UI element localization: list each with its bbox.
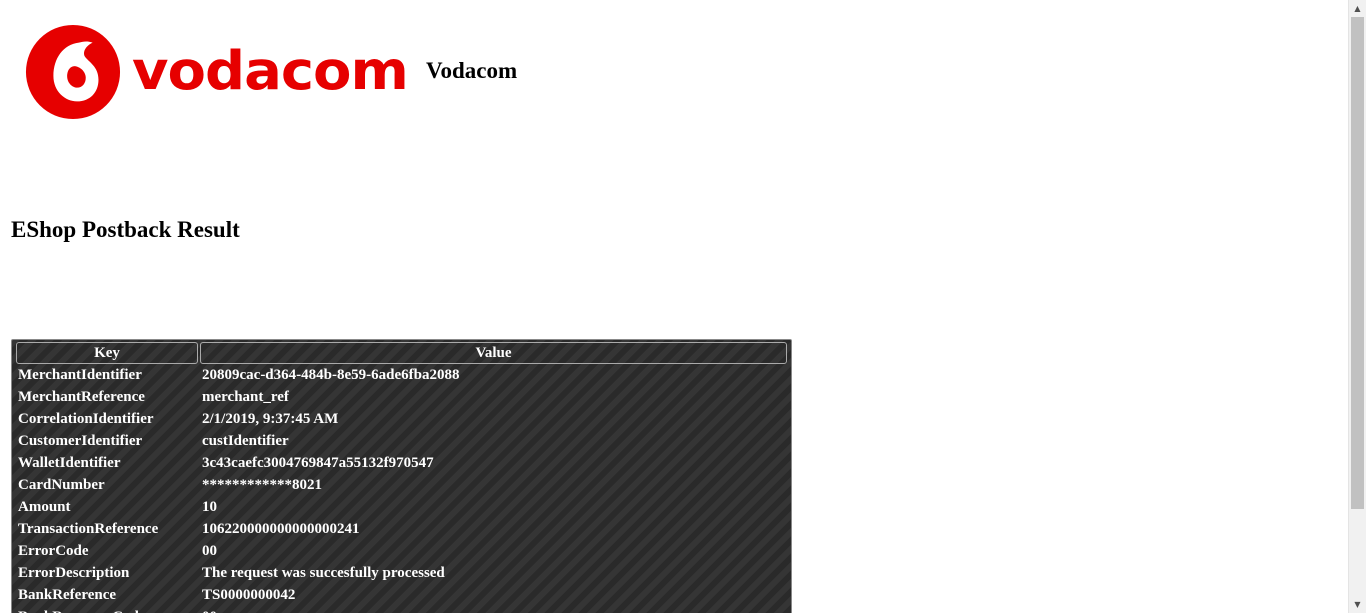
row-value: custIdentifier (202, 432, 289, 449)
row-value: 20809cac-d364-484b-8e59-6ade6fba2088 (202, 366, 460, 383)
row-value: 00 (200, 606, 787, 613)
row-key: TransactionReference (18, 520, 159, 537)
row-value: ************8021 (202, 476, 322, 493)
row-value: TS0000000042 (202, 586, 296, 603)
scrollbar-thumb[interactable] (1351, 17, 1364, 509)
vodacom-logo: vodacom (24, 22, 409, 122)
table-row: MerchantReference merchant_ref (16, 386, 787, 408)
row-value: 10 (202, 498, 217, 515)
logo-wordmark: vodacom (132, 40, 409, 103)
row-key: ErrorDescription (18, 564, 130, 581)
row-value: 00 (202, 542, 217, 559)
row-value: merchant_ref (202, 388, 289, 405)
header: vodacom (24, 22, 409, 122)
row-key: Amount (18, 498, 71, 515)
page-title: EShop Postback Result (11, 217, 240, 242)
row-key: ErrorCode (18, 542, 89, 559)
chevron-down-icon[interactable]: ▼ (1349, 596, 1366, 613)
table-row: Amount 10 (16, 496, 787, 518)
vodacom-speechmark-icon (25, 24, 121, 120)
table-row: CorrelationIdentifier 2/1/2019, 9:37:45 … (16, 408, 787, 430)
vertical-scrollbar[interactable]: ▲ ▼ (1348, 0, 1366, 613)
row-value: 2/1/2019, 9:37:45 AM (202, 410, 339, 427)
column-header-value: Value (200, 342, 787, 364)
table-row: CardNumber ************8021 (16, 474, 787, 496)
table-row: TransactionReference 1062200000000000002… (16, 518, 787, 540)
row-value: 3c43caefc3004769847a55132f970547 (202, 454, 434, 471)
row-key: MerchantReference (18, 388, 145, 405)
chevron-up-icon[interactable]: ▲ (1349, 0, 1366, 17)
table-header-row: Key Value (16, 342, 787, 364)
table-row: BankResponseCode 00 (16, 606, 787, 613)
table-row: CustomerIdentifier custIdentifier (16, 430, 787, 452)
table-row: MerchantIdentifier 20809cac-d364-484b-8e… (16, 364, 787, 386)
table-row: BankReference TS0000000042 (16, 584, 787, 606)
row-key: MerchantIdentifier (18, 366, 142, 383)
table-row: ErrorDescription The request was succesf… (16, 562, 787, 584)
row-value: 106220000000000000241 (202, 520, 360, 537)
row-key: CorrelationIdentifier (18, 410, 154, 427)
table-row: WalletIdentifier 3c43caefc3004769847a551… (16, 452, 787, 474)
page: vodacom Vodacom EShop Postback Result Ke… (0, 0, 1366, 613)
row-key: BankReference (18, 586, 117, 603)
row-key: BankResponseCode (16, 606, 198, 613)
row-key: CardNumber (18, 476, 105, 493)
result-table: Key Value MerchantIdentifier 20809cac-d3… (11, 339, 792, 613)
brand-title: Vodacom (426, 58, 518, 83)
row-key: CustomerIdentifier (18, 432, 143, 449)
row-value: The request was succesfully processed (202, 564, 445, 581)
column-header-key: Key (16, 342, 198, 364)
row-key: WalletIdentifier (18, 454, 121, 471)
postback-table: Key Value MerchantIdentifier 20809cac-d3… (14, 342, 789, 613)
table-row: ErrorCode 00 (16, 540, 787, 562)
